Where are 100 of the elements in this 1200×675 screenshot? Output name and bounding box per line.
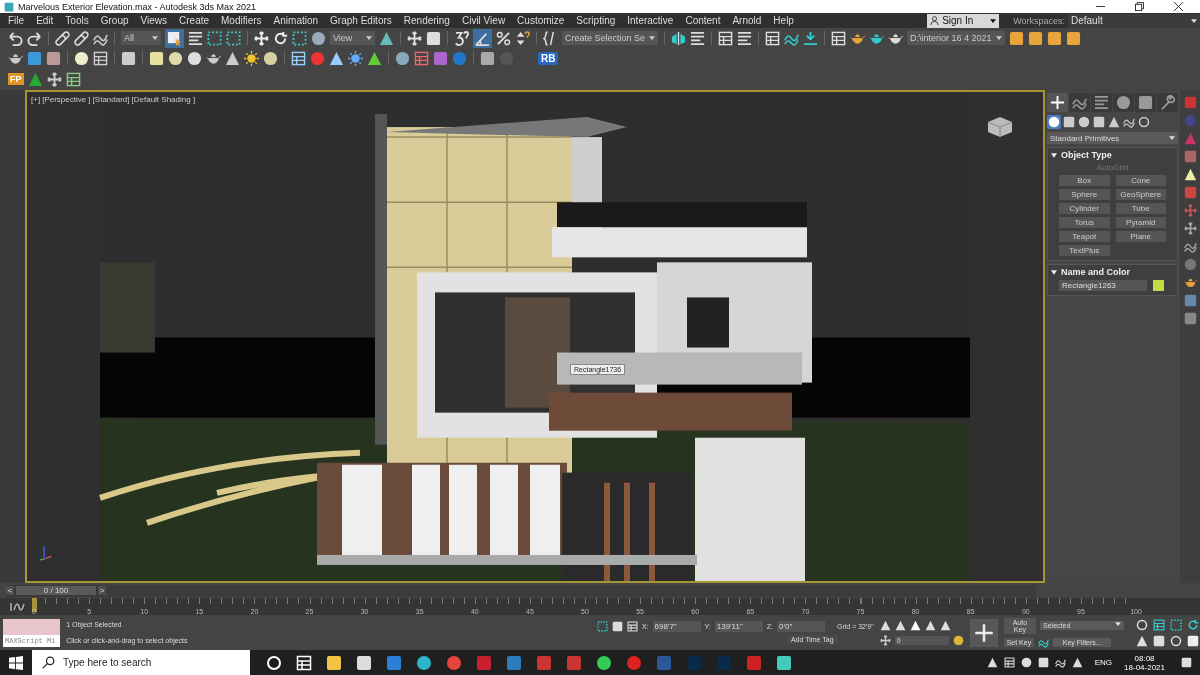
teapot-icon[interactable] (1183, 276, 1197, 289)
primitive-button[interactable]: Cone (1115, 175, 1166, 186)
percent-icon[interactable] (496, 30, 511, 46)
sphere-icon[interactable] (311, 30, 326, 46)
sphere-icon[interactable] (263, 50, 278, 66)
command-panel-tab[interactable] (1113, 93, 1134, 112)
rollout-header[interactable]: Object Type (1051, 150, 1174, 160)
crosshair-icon[interactable] (407, 30, 422, 46)
chevron-icon[interactable] (986, 657, 998, 668)
spinner-icon[interactable] (515, 30, 530, 46)
time-slider[interactable]: < 0 / 100 > (6, 584, 106, 597)
tile-icon[interactable] (686, 654, 702, 671)
primitive-button[interactable]: Plane (1115, 231, 1166, 242)
tile-icon[interactable] (776, 654, 792, 671)
z-field[interactable]: 0'0" (776, 621, 825, 632)
redo-icon[interactable] (27, 30, 42, 46)
menu-item[interactable]: Graph Editors (326, 15, 400, 26)
primitive-button[interactable]: GeoSphere (1115, 189, 1166, 200)
object-name-field[interactable]: Rectangle1263 (1059, 280, 1147, 291)
menu-item[interactable]: Animation (269, 15, 327, 26)
command-panel-tab[interactable] (1157, 93, 1178, 112)
set-keys-button[interactable] (969, 618, 998, 647)
primitive-button[interactable]: Pyramid (1115, 217, 1166, 228)
cross-icon[interactable] (1183, 204, 1197, 217)
previous-frame-button[interactable]: < (6, 586, 14, 595)
tile-icon[interactable] (566, 654, 582, 671)
list-icon[interactable] (188, 30, 203, 46)
view-cube-icon[interactable] (985, 114, 1015, 138)
primitives-dropdown[interactable]: Standard Primitives (1047, 132, 1178, 144)
layers-icon[interactable] (737, 30, 753, 46)
command-panel-tab[interactable] (1135, 93, 1156, 112)
clock-date[interactable]: 18-04-2021 (1124, 662, 1165, 672)
menu-item[interactable]: Help (769, 15, 802, 26)
tile-icon[interactable] (656, 654, 672, 671)
command-panel-tab[interactable] (1069, 93, 1090, 112)
snap-icon[interactable] (454, 30, 469, 46)
viewport-label[interactable]: [+] (31, 95, 41, 104)
toggle-button[interactable] (165, 28, 184, 48)
command-panel-tab[interactable] (1047, 93, 1068, 112)
primitive-button[interactable]: Torus (1059, 217, 1110, 228)
spreadsheet-icon[interactable] (65, 71, 81, 87)
menu-item[interactable]: Content (681, 15, 729, 26)
next-frame-button[interactable]: > (98, 586, 106, 595)
clock-time[interactable]: 08:08 (1134, 653, 1155, 663)
x-field[interactable]: 698'7" (652, 621, 701, 632)
maxscript-output[interactable] (3, 618, 61, 635)
link-icon[interactable] (55, 30, 70, 46)
menu-item[interactable]: Modifiers (217, 15, 270, 26)
menu-item[interactable]: Scripting (572, 15, 624, 26)
menu-item[interactable]: Create (175, 15, 218, 26)
circle-icon[interactable] (266, 654, 282, 671)
curve-icon[interactable] (1183, 240, 1197, 253)
taskbar-search-field[interactable]: Type here to search (32, 650, 250, 675)
tile-icon[interactable] (536, 654, 552, 671)
toggle-button[interactable] (473, 28, 492, 48)
circle-icon[interactable] (596, 654, 612, 671)
menu-item[interactable]: Interactive (623, 15, 682, 26)
cone-icon[interactable] (225, 50, 240, 66)
close-icon[interactable] (1174, 2, 1183, 11)
menu-item[interactable]: Views (136, 15, 175, 26)
menu-item[interactable]: Customize (513, 15, 573, 26)
menu-item[interactable]: Tools (61, 15, 97, 26)
sphere-icon[interactable] (395, 50, 410, 66)
rotate-icon[interactable] (273, 30, 288, 46)
download-icon[interactable] (803, 30, 819, 46)
toolbar-dropdown[interactable]: Create Selection Se (562, 31, 659, 45)
current-frame-marker[interactable] (32, 598, 37, 612)
viewport-label[interactable]: [Standard] (92, 95, 130, 104)
move-icon[interactable] (254, 30, 269, 46)
category-button[interactable] (1047, 115, 1061, 129)
primitive-button[interactable]: Teapot (1059, 231, 1110, 242)
tile-icon[interactable] (476, 654, 492, 671)
link-icon[interactable] (74, 30, 89, 46)
rollout-header[interactable]: Name and Color (1051, 267, 1174, 277)
viewport-label[interactable]: [Default Shading ] (131, 95, 196, 104)
tile-icon[interactable] (716, 654, 732, 671)
viewport-label[interactable]: [Perspective ] (42, 95, 91, 104)
primitive-button[interactable]: TextPlus (1059, 245, 1110, 256)
y-field[interactable]: 139'11" (714, 621, 763, 632)
tile-icon[interactable] (506, 654, 522, 671)
marquee-icon[interactable] (226, 30, 241, 46)
play-icon[interactable] (909, 619, 921, 631)
task-view-icon[interactable] (296, 654, 312, 671)
color-swatch[interactable] (1153, 280, 1164, 291)
toolbar-dropdown[interactable]: D:\interior 16 4 2021 (907, 31, 1005, 45)
mirror-icon[interactable] (671, 30, 687, 46)
tile-icon[interactable] (746, 654, 762, 671)
sun-icon[interactable] (244, 50, 259, 66)
primitive-button[interactable]: Tube (1115, 203, 1166, 214)
primitive-button[interactable]: Cylinder (1059, 203, 1110, 214)
curve-editor-icon[interactable] (10, 601, 26, 612)
windows-logo-icon[interactable] (9, 655, 23, 670)
marquee-icon[interactable] (207, 30, 222, 46)
menu-item[interactable]: Edit (32, 15, 62, 26)
language-indicator[interactable]: ENG (1094, 658, 1113, 667)
box-icon[interactable] (1183, 150, 1197, 163)
command-panel-tab[interactable] (1091, 93, 1112, 112)
sign-in-dropdown[interactable]: Sign In (927, 13, 1000, 28)
rb-button[interactable]: RB (538, 51, 559, 65)
undo-icon[interactable] (8, 30, 23, 46)
